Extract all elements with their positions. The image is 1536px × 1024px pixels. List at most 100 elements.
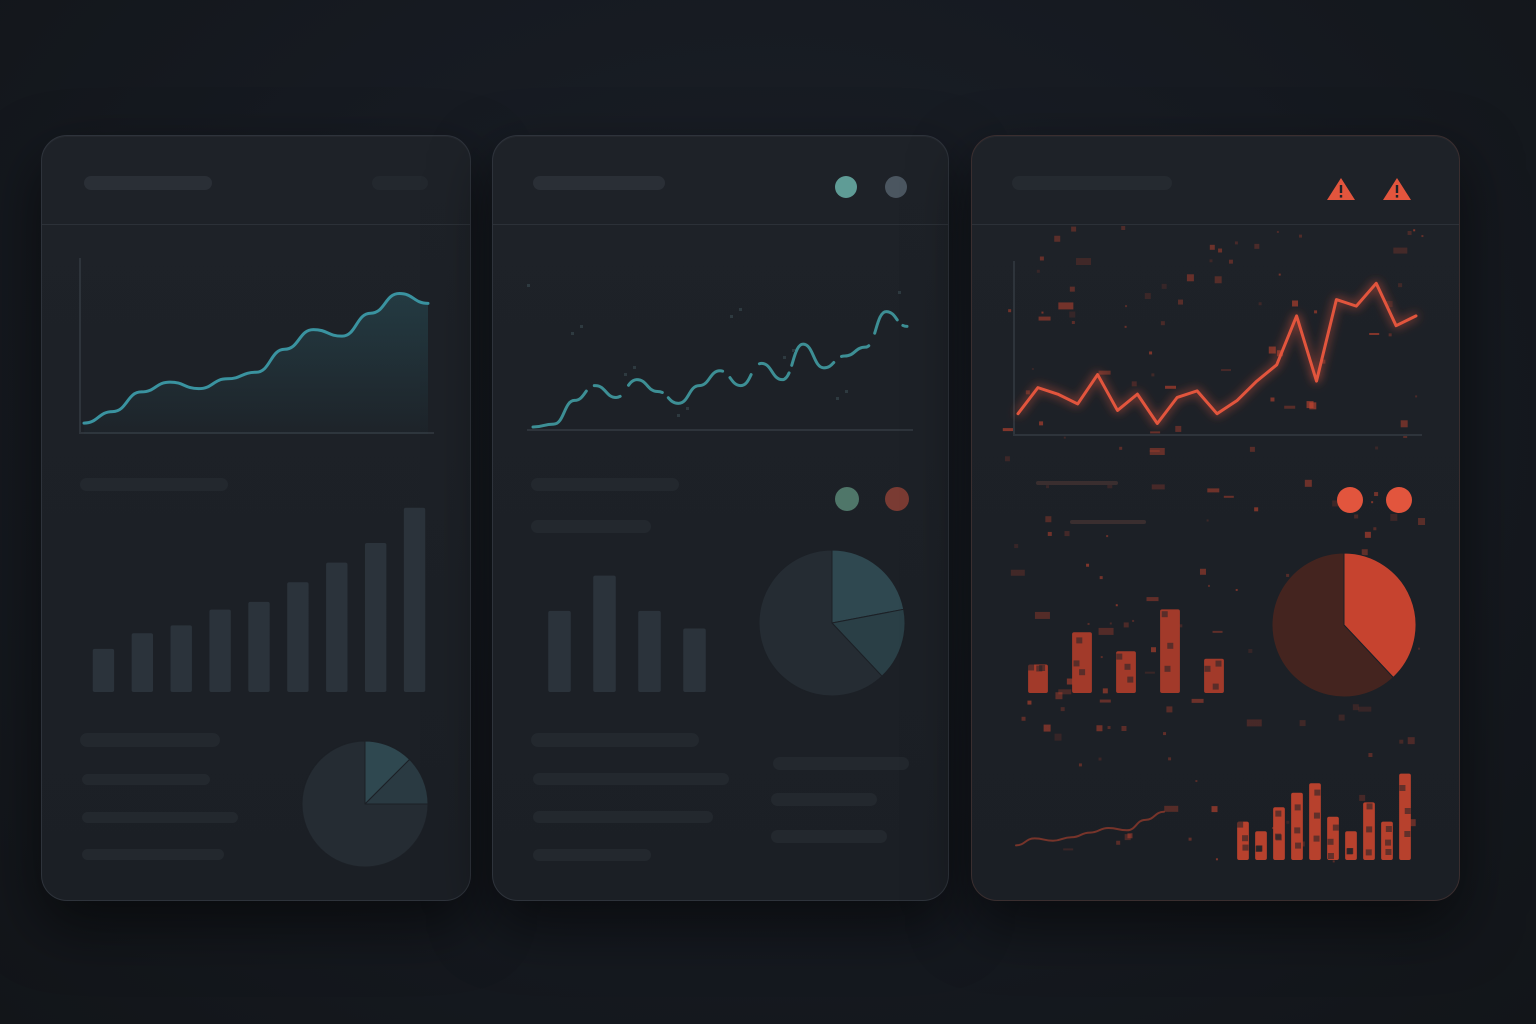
status-dot-teal-icon[interactable] xyxy=(835,176,857,198)
title-placeholder xyxy=(1012,176,1172,190)
bar xyxy=(92,648,115,692)
section-label-placeholder xyxy=(531,520,651,533)
bar-glitch-block xyxy=(1295,842,1302,849)
bar-glitch-block xyxy=(1215,660,1222,667)
noise-pixel xyxy=(1407,737,1415,745)
bar-glitch-block xyxy=(1294,804,1301,811)
noise-pixel xyxy=(1399,739,1404,744)
dashboard-card-degrading[interactable] xyxy=(492,135,949,901)
series-line xyxy=(531,310,909,429)
bar-glitch-block xyxy=(1399,785,1406,791)
section-label-placeholder xyxy=(80,478,228,491)
noise-pixel xyxy=(1299,234,1303,238)
noise-pixel xyxy=(1354,514,1359,519)
list-header-placeholder xyxy=(80,733,220,747)
noise-pixel xyxy=(1063,436,1066,439)
status-dot-teal-icon[interactable] xyxy=(835,487,859,511)
list-item-placeholder xyxy=(771,830,887,843)
noise-pixel xyxy=(1054,235,1061,242)
alert-dot-icon[interactable] xyxy=(1386,487,1412,513)
noise-pixel xyxy=(1021,716,1026,721)
noise-pixel xyxy=(624,373,627,376)
noise-pixel xyxy=(1211,806,1218,813)
alert-dot-icon[interactable] xyxy=(1337,487,1363,513)
list-item-placeholder xyxy=(533,849,651,861)
bar-glitch-block xyxy=(1385,826,1392,832)
noise-pixel xyxy=(1418,647,1421,650)
bar-glitch-block xyxy=(1385,839,1392,846)
noise-pixel xyxy=(1246,719,1262,727)
list-item-placeholder xyxy=(82,774,210,785)
noise-pixel xyxy=(1375,446,1379,450)
pie-chart xyxy=(758,549,906,697)
bar xyxy=(403,507,426,692)
noise-pixel xyxy=(1096,725,1103,732)
noise-pixel xyxy=(1046,485,1050,489)
series-line xyxy=(1016,281,1418,425)
noise-pixel xyxy=(1209,244,1215,250)
status-dot-red-icon[interactable] xyxy=(885,487,909,511)
bar-chart xyxy=(1028,609,1224,693)
warning-triangle-icon[interactable] xyxy=(1382,177,1412,201)
noise-pixel xyxy=(1043,724,1051,732)
bar xyxy=(287,582,309,692)
bar xyxy=(131,633,154,692)
noise-pixel xyxy=(1107,726,1111,730)
noise-pixel xyxy=(1368,753,1373,758)
dashboard-card-healthy[interactable] xyxy=(41,135,471,901)
noise-pixel xyxy=(1188,837,1192,841)
noise-pixel xyxy=(1223,495,1234,498)
bar-glitch-block xyxy=(1076,637,1083,644)
noise-pixel xyxy=(1374,492,1379,497)
noise-pixel xyxy=(1276,230,1279,233)
noise-pixel xyxy=(1086,563,1090,567)
bar-glitch-block xyxy=(1327,853,1334,859)
warning-triangle-icon[interactable] xyxy=(1326,177,1356,201)
noise-pixel xyxy=(1191,698,1204,703)
bar-glitch-block xyxy=(1275,810,1282,817)
bar xyxy=(548,610,571,692)
noise-pixel xyxy=(1064,531,1070,537)
bar-glitch-block xyxy=(1242,835,1249,842)
noise-pixel xyxy=(792,349,795,352)
noise-pixel xyxy=(1371,501,1374,504)
noise-pixel xyxy=(1393,247,1408,254)
noise-pixel xyxy=(1166,706,1173,713)
noise-pixel xyxy=(1358,706,1372,712)
line-chart xyxy=(1013,261,1422,436)
bar xyxy=(326,562,348,692)
bar-chart xyxy=(92,507,426,692)
noise-pixel xyxy=(1234,241,1238,245)
bar xyxy=(1291,792,1303,860)
noise-pixel xyxy=(1418,518,1426,526)
noise-pixel xyxy=(1014,544,1019,549)
noise-pixel xyxy=(1235,588,1238,591)
noise-pixel xyxy=(580,325,583,328)
noise-pixel xyxy=(1078,763,1082,767)
list-item-placeholder xyxy=(82,849,224,860)
bar-glitch-block xyxy=(1204,665,1211,672)
bar-glitch-block xyxy=(1079,669,1086,676)
noise-pixel xyxy=(836,397,839,400)
bar-glitch-block xyxy=(1314,789,1321,796)
status-dot-gray-icon[interactable] xyxy=(885,176,907,198)
list-item-placeholder xyxy=(533,811,713,823)
bar-glitch-block xyxy=(1255,845,1262,852)
bar-glitch-block xyxy=(1313,812,1320,819)
bar xyxy=(683,628,706,692)
noise-pixel xyxy=(1421,235,1424,238)
noise-pixel xyxy=(1254,507,1259,512)
dashboard-card-critical[interactable] xyxy=(971,135,1460,901)
noise-pixel xyxy=(1352,704,1359,711)
bar-glitch-block xyxy=(1332,824,1339,831)
noise-pixel xyxy=(527,284,530,287)
noise-pixel xyxy=(730,315,733,318)
bar xyxy=(638,610,661,692)
noise-pixel xyxy=(1168,757,1172,761)
noise-pixel xyxy=(1045,516,1052,523)
noise-pixel xyxy=(1207,488,1220,493)
noise-pixel xyxy=(1008,309,1012,313)
bar xyxy=(170,625,192,692)
noise-pixel xyxy=(1199,568,1206,575)
menu-placeholder[interactable] xyxy=(372,176,428,190)
